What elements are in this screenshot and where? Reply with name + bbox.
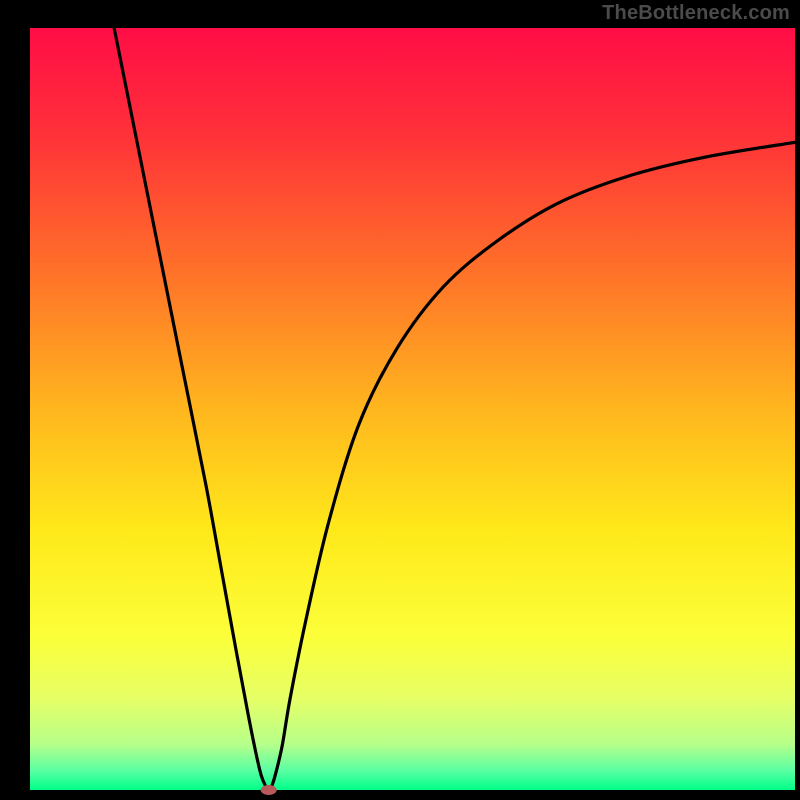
watermark-text: TheBottleneck.com [602,2,790,25]
bottleneck-chart [0,0,800,800]
plot-background [30,28,795,790]
minimum-marker [261,785,277,795]
chart-frame: TheBottleneck.com [0,0,800,800]
